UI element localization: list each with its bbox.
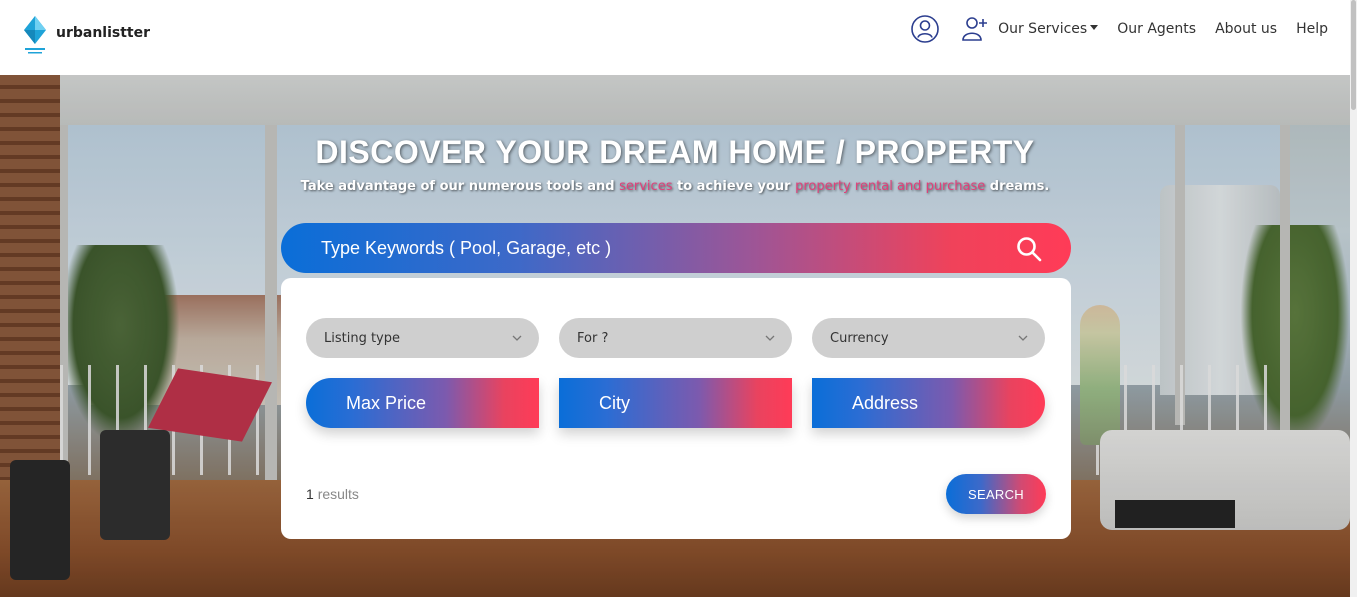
navbar: urbanlistter Our Services Our Agents Abo… [0,0,1350,75]
max-price-placeholder: Max Price [346,392,427,413]
chevron-down-icon [765,335,775,341]
results-number: 1 [306,486,314,502]
hero-subtitle: Take advantage of our numerous tools and… [0,179,1350,194]
nav-our-services-label: Our Services [998,21,1088,37]
listing-type-select[interactable]: Listing type [306,318,539,358]
currency-select[interactable]: Currency [812,318,1045,358]
property-link[interactable]: property rental and purchase [795,179,985,194]
keyword-search-input[interactable] [321,237,1001,259]
caret-down-icon [1090,25,1099,30]
chevron-down-icon [1018,335,1028,341]
subtitle-text: Take advantage of our numerous tools and [300,179,620,194]
search-filter-panel: Listing type For ? Currency Max Price Ci… [281,278,1071,539]
results-count: 1 results [306,486,359,502]
for-select[interactable]: For ? [559,318,792,358]
currency-label: Currency [830,330,889,346]
nav-our-services[interactable]: Our Services [998,21,1099,37]
brand-name: urbanlistter [56,25,151,41]
city-placeholder: City [599,392,630,413]
scrollbar[interactable] [1350,0,1357,597]
add-user-icon[interactable] [960,14,990,44]
keyword-search-bar [281,223,1071,273]
listing-type-label: Listing type [324,330,401,346]
brand[interactable]: urbanlistter [22,14,150,56]
chevron-down-icon [512,335,522,341]
city-field[interactable]: City [559,378,792,428]
for-label: For ? [577,330,609,346]
max-price-field[interactable]: Max Price [306,378,539,428]
subtitle-text: to achieve your [672,179,796,194]
nav-menu: Our Services Our Agents About us Help [910,14,1328,44]
search-button[interactable]: SEARCH [946,474,1046,514]
nav-our-agents[interactable]: Our Agents [1117,21,1196,37]
user-circle-icon[interactable] [910,14,940,44]
logo-icon [22,14,48,56]
subtitle-text: dreams. [985,179,1050,194]
address-field[interactable]: Address [812,378,1045,428]
nav-help[interactable]: Help [1296,21,1328,37]
address-placeholder: Address [852,392,919,413]
hero-title: DISCOVER YOUR DREAM HOME / PROPERTY [315,134,1035,170]
results-label: results [317,486,359,502]
nav-about-us[interactable]: About us [1215,21,1277,37]
services-link[interactable]: services [619,179,672,194]
scroll-thumb[interactable] [1351,0,1356,110]
search-icon[interactable] [1015,235,1043,263]
